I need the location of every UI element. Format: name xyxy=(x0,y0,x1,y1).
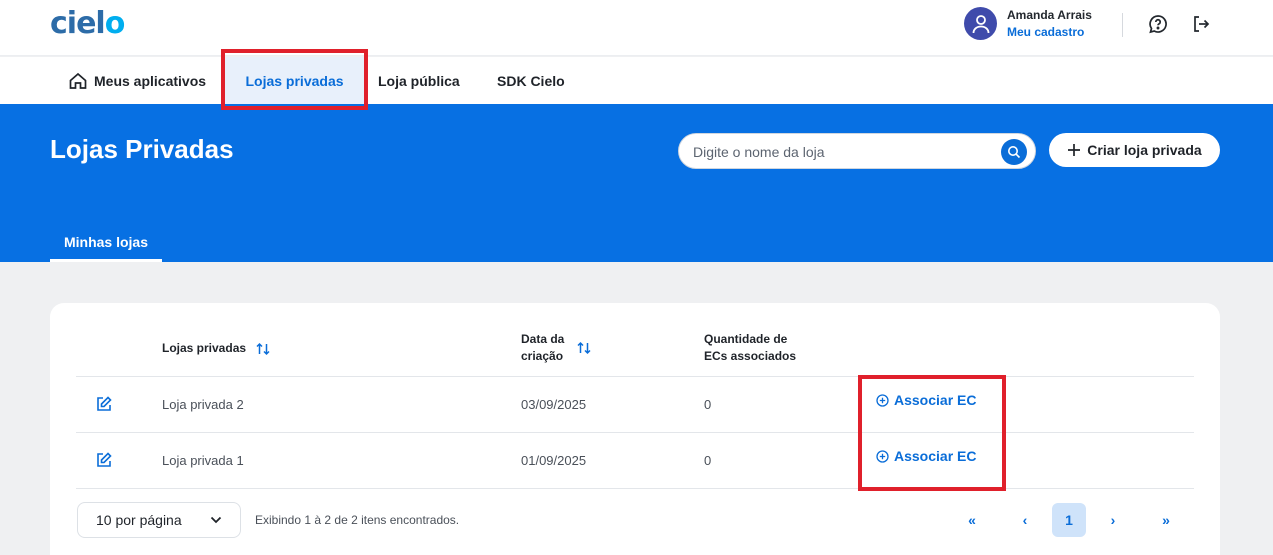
column-header-quantity: Quantidade de ECs associados xyxy=(704,332,797,363)
row-divider xyxy=(76,376,1194,377)
row-divider xyxy=(76,488,1194,489)
last-page-button[interactable]: » xyxy=(1149,503,1183,537)
tab-minhas-lojas[interactable]: Minhas lojas xyxy=(50,228,162,262)
nav-label: Meus aplicativos xyxy=(94,72,207,89)
header-divider xyxy=(1122,13,1123,37)
nav-loja-publica[interactable]: Loja pública xyxy=(378,57,460,104)
search-input[interactable] xyxy=(693,142,993,162)
search-box xyxy=(678,133,1036,169)
user-name: Amanda Arrais xyxy=(1007,8,1092,22)
cielo-logo[interactable]: cielo xyxy=(50,6,125,41)
edit-icon[interactable] xyxy=(95,451,113,469)
page-banner: Lojas Privadas Criar loja privada Minhas… xyxy=(0,104,1273,262)
row-divider xyxy=(76,432,1194,433)
create-button-label: Criar loja privada xyxy=(1087,142,1202,158)
store-date: 01/09/2025 xyxy=(521,453,587,468)
stores-table-card: Lojas privadas Data da criação Quantidad… xyxy=(50,303,1220,555)
search-icon xyxy=(1008,146,1021,159)
home-icon xyxy=(69,72,87,89)
help-chat-icon[interactable] xyxy=(1148,14,1168,34)
store-ec-count: 0 xyxy=(704,397,712,412)
store-name: Loja privada 1 xyxy=(162,453,244,468)
plus-circle-icon xyxy=(876,449,889,463)
user-icon xyxy=(972,14,989,33)
profile-link[interactable]: Meu cadastro xyxy=(1007,25,1084,39)
plus-circle-icon xyxy=(876,393,889,407)
top-header: cielo Amanda Arrais Meu cadastro xyxy=(0,0,1273,56)
next-page-button[interactable]: › xyxy=(1096,503,1130,537)
main-nav: Meus aplicativos Lojas privadas Loja púb… xyxy=(0,57,1273,104)
associate-ec-button[interactable]: Associar EC xyxy=(876,392,976,408)
associate-ec-button[interactable]: Associar EC xyxy=(876,448,976,464)
user-avatar[interactable] xyxy=(964,7,997,40)
sort-icon[interactable] xyxy=(255,342,271,356)
sort-icon[interactable] xyxy=(576,341,592,355)
prev-page-button[interactable]: ‹ xyxy=(1008,503,1042,537)
page-1-button[interactable]: 1 xyxy=(1052,503,1086,537)
nav-meus-aplicativos[interactable]: Meus aplicativos xyxy=(68,57,206,104)
store-ec-count: 0 xyxy=(704,453,712,468)
column-header-date: Data da criação xyxy=(521,332,565,363)
page-title: Lojas Privadas xyxy=(50,134,234,164)
first-page-button[interactable]: « xyxy=(955,503,989,537)
plus-icon xyxy=(1068,144,1081,156)
nav-label: SDK Cielo xyxy=(497,72,565,89)
store-name: Loja privada 2 xyxy=(162,397,244,412)
per-page-value: 10 por página xyxy=(96,512,182,528)
results-count: Exibindo 1 à 2 de 2 itens encontrados. xyxy=(255,513,460,527)
per-page-select[interactable]: 10 por página xyxy=(77,502,241,538)
nav-label: Lojas privadas xyxy=(245,72,344,89)
chevron-down-icon xyxy=(210,516,222,524)
edit-icon[interactable] xyxy=(95,395,113,413)
search-button[interactable] xyxy=(1001,139,1027,165)
nav-lojas-privadas[interactable]: Lojas privadas xyxy=(225,57,364,104)
nav-label: Loja pública xyxy=(378,72,460,89)
create-private-store-button[interactable]: Criar loja privada xyxy=(1049,133,1220,167)
column-header-name: Lojas privadas xyxy=(162,340,271,357)
logout-icon[interactable] xyxy=(1191,14,1211,34)
nav-sdk-cielo[interactable]: SDK Cielo xyxy=(497,57,565,104)
store-date: 03/09/2025 xyxy=(521,397,587,412)
